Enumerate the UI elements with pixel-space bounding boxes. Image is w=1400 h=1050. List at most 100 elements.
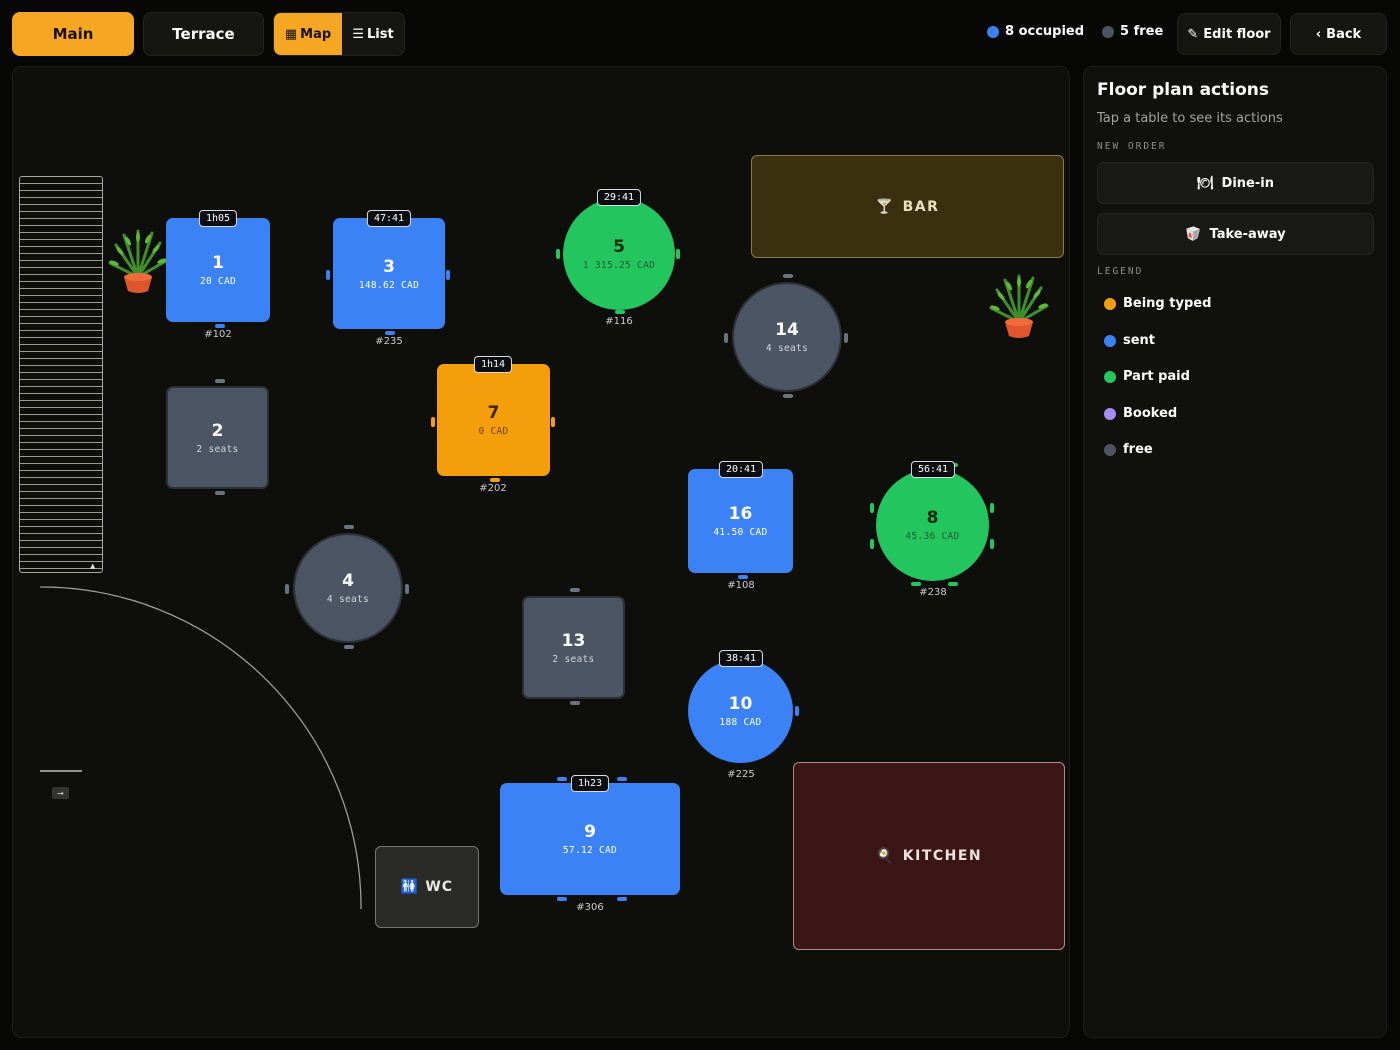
chair	[990, 539, 994, 549]
chair	[990, 503, 994, 513]
take-away-label: Take-away	[1209, 226, 1286, 242]
table-order-number: #116	[605, 316, 633, 327]
panel-subtitle: Tap a table to see its actions	[1097, 111, 1283, 126]
table-14[interactable]: 14 4 seats	[732, 282, 842, 392]
take-away-button[interactable]: 🥡 Take-away	[1097, 213, 1374, 255]
chevron-left-icon: ‹	[1315, 26, 1322, 42]
plate-cutlery-icon: 🍽	[1197, 175, 1214, 191]
map-view-label: Map	[300, 26, 332, 42]
cocktail-icon: 🍸	[875, 198, 895, 215]
chair	[617, 777, 627, 781]
table-order-number: #235	[375, 336, 403, 347]
chair	[783, 274, 793, 278]
legend-heading: LEGEND	[1097, 266, 1144, 277]
table-timer: 56:41	[910, 461, 956, 478]
table-number: 9	[584, 822, 596, 842]
panel-title: Floor plan actions	[1097, 80, 1269, 100]
chair	[870, 539, 874, 549]
table-number: 10	[728, 694, 753, 714]
chair	[570, 588, 580, 592]
free-label: 5 free	[1120, 24, 1164, 39]
chair	[446, 270, 450, 280]
chair	[215, 379, 225, 383]
edit-floor-label: Edit floor	[1203, 26, 1271, 42]
edit-floor-button[interactable]: ✎ Edit floor	[1177, 13, 1281, 55]
table-info: 1 315.25 CAD	[582, 260, 656, 271]
restroom-icon: 🚻	[400, 879, 420, 895]
table-5[interactable]: 5 1 315.25 CAD	[563, 198, 675, 310]
chair	[615, 310, 625, 314]
back-button[interactable]: ‹ Back	[1290, 13, 1387, 55]
table-number: 5	[613, 237, 625, 257]
list-view-button[interactable]: ☰ List	[342, 13, 404, 55]
occupied-dot-icon	[987, 25, 999, 38]
legend-label: free	[1123, 442, 1153, 457]
legend-item: free	[1104, 442, 1153, 457]
plant-icon	[989, 274, 1049, 338]
table-timer: 1h05	[198, 210, 238, 227]
table-3[interactable]: 3 148.62 CAD	[333, 218, 445, 329]
occupied-label: 8 occupied	[1005, 24, 1085, 39]
tab-main[interactable]: Main	[12, 12, 134, 56]
frying-pan-icon: 🍳	[875, 848, 895, 864]
legend-item: Booked	[1104, 406, 1177, 421]
table-4[interactable]: 4 4 seats	[293, 533, 403, 643]
kitchen-area: 🍳 KITCHEN	[793, 762, 1065, 950]
table-timer: 1h23	[570, 775, 610, 792]
table-8[interactable]: 8 45.36 CAD	[876, 469, 989, 581]
table-info: 4 seats	[765, 343, 809, 354]
grid-icon: ▦	[284, 26, 298, 42]
chair	[844, 333, 848, 343]
status-dot-icon	[1104, 370, 1116, 383]
takeout-box-icon: 🥡	[1185, 226, 1202, 242]
table-number: 4	[342, 571, 354, 591]
table-13[interactable]: 13 2 seats	[522, 596, 625, 699]
legend-label: Part paid	[1123, 369, 1190, 384]
table-order-number: #108	[727, 580, 755, 591]
table-info: 4 seats	[326, 594, 370, 605]
chair	[557, 777, 567, 781]
chair	[911, 582, 921, 586]
table-number: 14	[775, 320, 799, 340]
status-dot-icon	[1104, 443, 1116, 456]
chair	[215, 491, 225, 495]
legend-item: sent	[1104, 333, 1155, 348]
dine-in-label: Dine-in	[1221, 175, 1274, 191]
exit-door	[40, 770, 82, 772]
map-view-button[interactable]: ▦ Map	[274, 13, 342, 55]
chair	[783, 394, 793, 398]
status-dot-icon	[1104, 334, 1116, 347]
table-1[interactable]: 1 20 CAD	[166, 218, 270, 322]
table-order-number: #202	[479, 483, 507, 494]
floor-plan: ▲ → 🍸 BAR 🍳 KITCHEN 🚻 WC 1 20 CAD 1h05 #…	[12, 66, 1070, 1038]
table-timer: 38:41	[718, 650, 764, 667]
chair	[385, 331, 395, 335]
table-number: 8	[926, 508, 939, 528]
free-count: 5 free	[1102, 24, 1163, 39]
table-7[interactable]: 7 0 CAD	[437, 364, 550, 476]
chair	[948, 582, 958, 586]
table-16[interactable]: 16 41.50 CAD	[688, 469, 793, 573]
legend-label: Booked	[1123, 406, 1178, 421]
table-10[interactable]: 10 188 CAD	[688, 659, 793, 763]
table-order-number: #306	[576, 902, 604, 913]
chair	[215, 324, 225, 328]
chair	[431, 417, 435, 427]
table-number: 7	[487, 403, 500, 423]
tab-terrace[interactable]: Terrace	[143, 12, 264, 56]
view-toggle: ▦ Map ☰ List	[273, 12, 405, 56]
dine-in-button[interactable]: 🍽 Dine-in	[1097, 162, 1374, 204]
table-info: 148.62 CAD	[358, 279, 420, 291]
chair	[570, 701, 580, 705]
chair	[285, 584, 289, 594]
table-info: 2 seats	[196, 443, 239, 455]
chair	[676, 249, 680, 259]
table-9[interactable]: 9 57.12 CAD	[500, 783, 680, 895]
table-2[interactable]: 2 2 seats	[166, 386, 269, 489]
table-info: 188 CAD	[719, 717, 762, 728]
chair	[617, 897, 627, 901]
table-number: 13	[561, 630, 586, 651]
bar-area: 🍸 BAR	[751, 155, 1064, 258]
table-timer: 1h14	[473, 356, 513, 373]
chair	[738, 575, 748, 579]
